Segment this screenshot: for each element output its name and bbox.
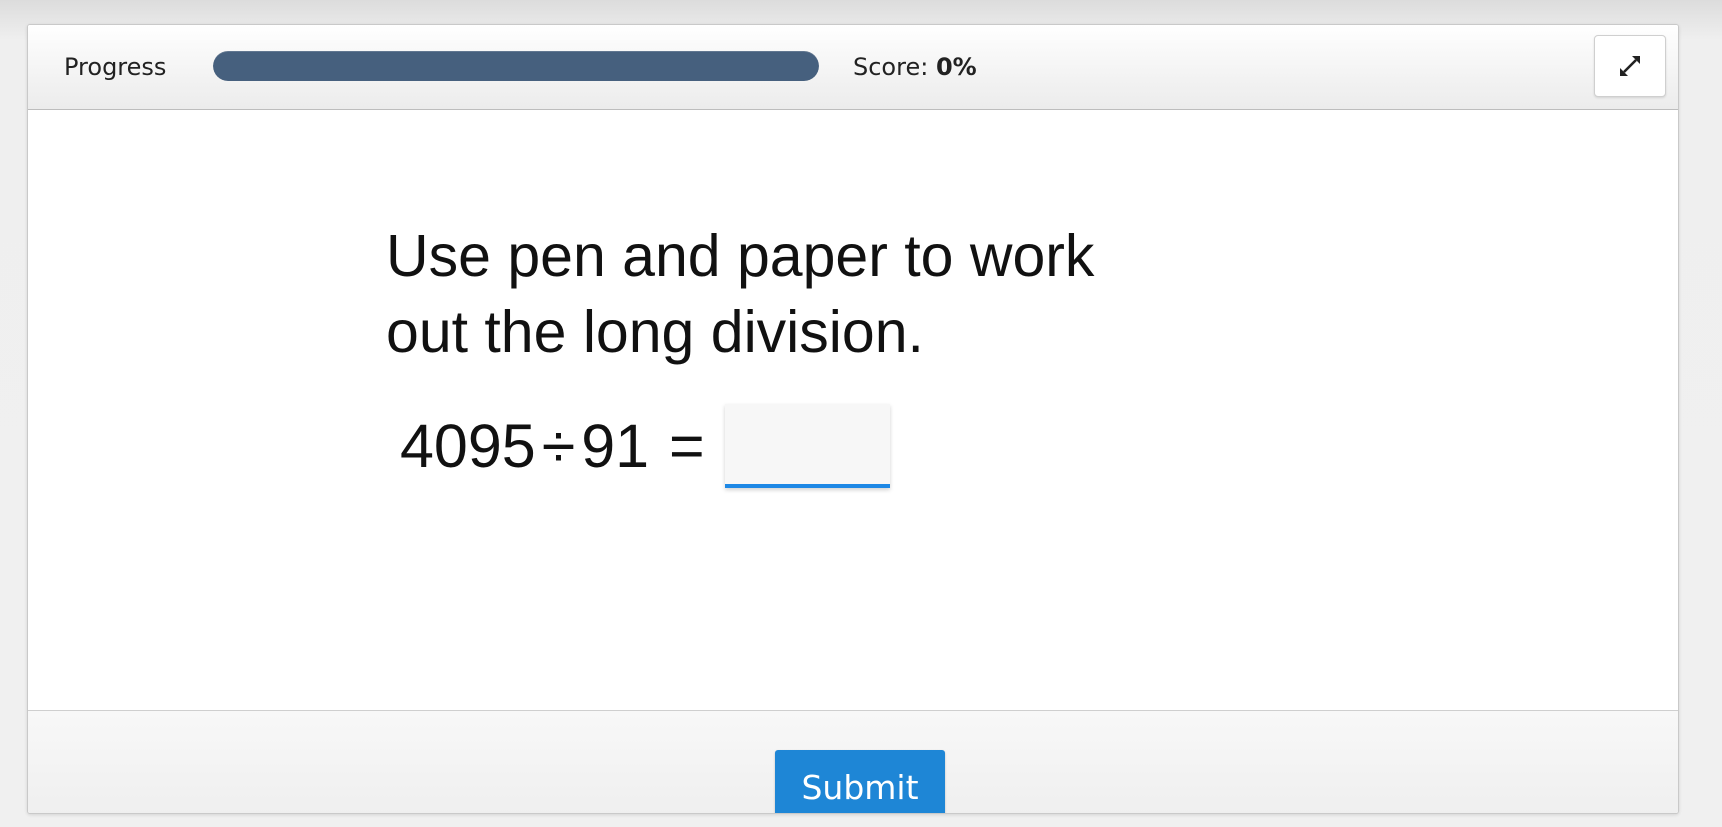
- progress-label: Progress: [64, 53, 167, 81]
- progress-bar: [213, 51, 819, 81]
- instruction-line-1: Use pen and paper to work: [386, 223, 1095, 289]
- progress-fill: [213, 51, 819, 81]
- answer-input[interactable]: [724, 404, 890, 488]
- dividend: 4095: [400, 412, 536, 480]
- score-label: Score:: [853, 53, 929, 81]
- submit-button[interactable]: Submit: [775, 750, 945, 813]
- footer-bar: Submit: [28, 710, 1678, 813]
- question-area: Use pen and paper to work out the long d…: [28, 110, 1678, 735]
- instruction-text: Use pen and paper to work out the long d…: [386, 218, 1146, 370]
- top-bar: Progress Score: 0%: [28, 25, 1678, 110]
- equals-sign: =: [669, 412, 705, 480]
- fullscreen-button[interactable]: [1594, 35, 1666, 97]
- quiz-card: Progress Score: 0% Use pen and paper to …: [27, 24, 1679, 814]
- divisor: 91: [581, 412, 650, 480]
- division-equation: 4095 ÷ 91 =: [400, 403, 890, 489]
- divide-operator: ÷: [541, 412, 576, 480]
- expand-icon: [1620, 56, 1640, 76]
- score-value: 0%: [935, 53, 977, 81]
- score-display: Score: 0%: [853, 53, 977, 81]
- instruction-line-2: out the long division.: [386, 299, 924, 365]
